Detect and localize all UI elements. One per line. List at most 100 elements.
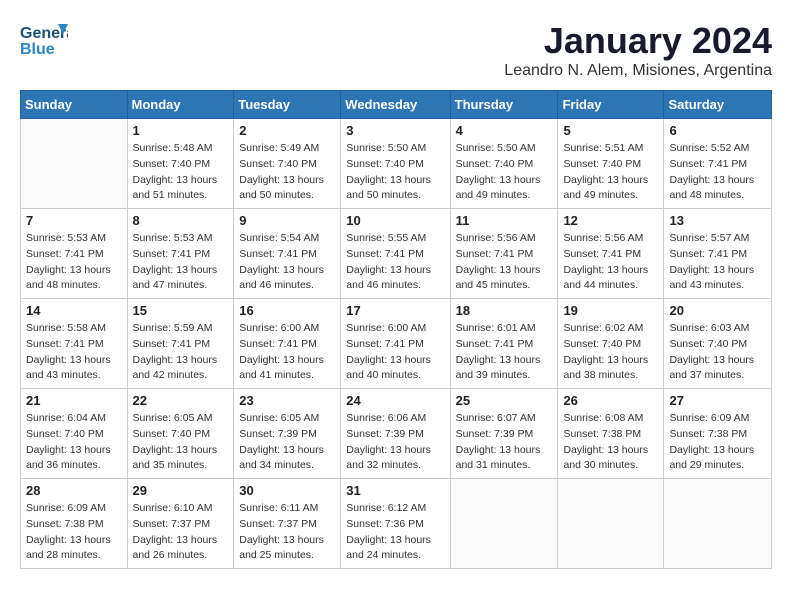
day-detail: Sunrise: 6:04 AMSunset: 7:40 PMDaylight:… — [26, 411, 122, 474]
calendar-cell: 4Sunrise: 5:50 AMSunset: 7:40 PMDaylight… — [450, 119, 558, 209]
calendar-cell: 13 Sunrise: 5:57 AMSunset: 7:41 PMDayligh… — [664, 209, 772, 299]
day-detail: Sunrise: 6:06 AMSunset: 7:39 PMDaylight:… — [346, 411, 444, 474]
day-detail: Sunrise: 5:53 AMSunset: 7:41 PMDaylight:… — [133, 231, 229, 294]
day-header-wednesday: Wednesday — [341, 91, 450, 119]
calendar-cell: 17 Sunrise: 6:00 AMSunset: 7:41 PMDayligh… — [341, 299, 450, 389]
day-number: 6 — [669, 123, 766, 138]
day-detail: Sunrise: 6:09 AMSunset: 7:38 PMDaylight:… — [669, 411, 766, 474]
day-number: 7 — [26, 213, 122, 228]
week-row-1: 7 Sunrise: 5:53 AMSunset: 7:41 PMDaylight… — [21, 209, 772, 299]
calendar-cell: 2 Sunrise: 5:49 AMSunset: 7:40 PMDaylight… — [234, 119, 341, 209]
calendar-cell: 15Sunrise: 5:59 AMSunset: 7:41 PMDayligh… — [127, 299, 234, 389]
calendar-cell: 3 Sunrise: 5:50 AMSunset: 7:40 PMDaylight… — [341, 119, 450, 209]
day-header-row: SundayMondayTuesdayWednesdayThursdayFrid… — [21, 91, 772, 119]
calendar-cell: 23Sunrise: 6:05 AMSunset: 7:39 PMDayligh… — [234, 389, 341, 479]
calendar-cell — [664, 479, 772, 569]
day-detail: Sunrise: 5:54 AMSunset: 7:41 PMDaylight:… — [239, 231, 335, 294]
day-number: 15 — [133, 303, 229, 318]
calendar-cell: 20 Sunrise: 6:03 AMSunset: 7:40 PMDayligh… — [664, 299, 772, 389]
day-detail: Sunrise: 5:56 AMSunset: 7:41 PMDaylight:… — [456, 231, 553, 294]
day-number: 27 — [669, 393, 766, 408]
logo-icon: General Blue — [20, 20, 68, 60]
title-area: January 2024 Leandro N. Alem, Misiones, … — [504, 20, 772, 80]
day-detail: Sunrise: 6:09 AMSunset: 7:38 PMDaylight:… — [26, 501, 122, 564]
logo: General Blue — [20, 20, 68, 60]
day-number: 24 — [346, 393, 444, 408]
day-header-monday: Monday — [127, 91, 234, 119]
day-header-saturday: Saturday — [664, 91, 772, 119]
day-number: 29 — [133, 483, 229, 498]
calendar-cell: 8 Sunrise: 5:53 AMSunset: 7:41 PMDaylight… — [127, 209, 234, 299]
day-number: 20 — [669, 303, 766, 318]
day-number: 11 — [456, 213, 553, 228]
calendar-cell — [450, 479, 558, 569]
day-detail: Sunrise: 5:58 AMSunset: 7:41 PMDaylight:… — [26, 321, 122, 384]
day-detail: Sunrise: 5:55 AMSunset: 7:41 PMDaylight:… — [346, 231, 444, 294]
day-number: 13 — [669, 213, 766, 228]
day-number: 18 — [456, 303, 553, 318]
day-number: 21 — [26, 393, 122, 408]
calendar-cell: 19Sunrise: 6:02 AMSunset: 7:40 PMDayligh… — [558, 299, 664, 389]
calendar-cell: 12Sunrise: 5:56 AMSunset: 7:41 PMDayligh… — [558, 209, 664, 299]
calendar-cell: 21 Sunrise: 6:04 AMSunset: 7:40 PMDayligh… — [21, 389, 128, 479]
calendar-cell: 29 Sunrise: 6:10 AMSunset: 7:37 PMDayligh… — [127, 479, 234, 569]
day-number: 16 — [239, 303, 335, 318]
day-detail: Sunrise: 6:03 AMSunset: 7:40 PMDaylight:… — [669, 321, 766, 384]
day-number: 10 — [346, 213, 444, 228]
day-number: 19 — [563, 303, 658, 318]
day-number: 26 — [563, 393, 658, 408]
calendar-cell: 14 Sunrise: 5:58 AMSunset: 7:41 PMDayligh… — [21, 299, 128, 389]
day-detail: Sunrise: 5:49 AMSunset: 7:40 PMDaylight:… — [239, 141, 335, 204]
calendar-cell: 24 Sunrise: 6:06 AMSunset: 7:39 PMDayligh… — [341, 389, 450, 479]
day-detail: Sunrise: 6:05 AMSunset: 7:40 PMDaylight:… — [133, 411, 229, 474]
header: General Blue January 2024 Leandro N. Ale… — [20, 20, 772, 80]
calendar-cell: 31 Sunrise: 6:12 AMSunset: 7:36 PMDayligh… — [341, 479, 450, 569]
calendar-cell: 10 Sunrise: 5:55 AMSunset: 7:41 PMDayligh… — [341, 209, 450, 299]
day-number: 8 — [133, 213, 229, 228]
week-row-3: 21 Sunrise: 6:04 AMSunset: 7:40 PMDayligh… — [21, 389, 772, 479]
calendar-cell: 9 Sunrise: 5:54 AMSunset: 7:41 PMDaylight… — [234, 209, 341, 299]
day-number: 23 — [239, 393, 335, 408]
calendar-cell: 7 Sunrise: 5:53 AMSunset: 7:41 PMDaylight… — [21, 209, 128, 299]
day-detail: Sunrise: 5:50 AMSunset: 7:40 PMDaylight:… — [346, 141, 444, 204]
day-detail: Sunrise: 6:08 AMSunset: 7:38 PMDaylight:… — [563, 411, 658, 474]
calendar-cell: 18 Sunrise: 6:01 AMSunset: 7:41 PMDayligh… — [450, 299, 558, 389]
day-number: 17 — [346, 303, 444, 318]
day-number: 9 — [239, 213, 335, 228]
day-number: 30 — [239, 483, 335, 498]
day-number: 3 — [346, 123, 444, 138]
day-detail: Sunrise: 5:48 AMSunset: 7:40 PMDaylight:… — [133, 141, 229, 204]
day-detail: Sunrise: 5:57 AMSunset: 7:41 PMDaylight:… — [669, 231, 766, 294]
day-number: 22 — [133, 393, 229, 408]
day-number: 14 — [26, 303, 122, 318]
calendar-cell: 25Sunrise: 6:07 AMSunset: 7:39 PMDayligh… — [450, 389, 558, 479]
day-detail: Sunrise: 5:51 AMSunset: 7:40 PMDaylight:… — [563, 141, 658, 204]
day-detail: Sunrise: 5:52 AMSunset: 7:41 PMDaylight:… — [669, 141, 766, 204]
calendar-cell: 1 Sunrise: 5:48 AMSunset: 7:40 PMDaylight… — [127, 119, 234, 209]
calendar-cell: 26 Sunrise: 6:08 AMSunset: 7:38 PMDayligh… — [558, 389, 664, 479]
day-number: 2 — [239, 123, 335, 138]
calendar-cell — [558, 479, 664, 569]
calendar-cell: 5Sunrise: 5:51 AMSunset: 7:40 PMDaylight… — [558, 119, 664, 209]
day-header-thursday: Thursday — [450, 91, 558, 119]
day-number: 4 — [456, 123, 553, 138]
svg-text:Blue: Blue — [20, 41, 55, 58]
day-detail: Sunrise: 5:53 AMSunset: 7:41 PMDaylight:… — [26, 231, 122, 294]
day-detail: Sunrise: 6:12 AMSunset: 7:36 PMDaylight:… — [346, 501, 444, 564]
calendar-cell: 11 Sunrise: 5:56 AMSunset: 7:41 PMDayligh… — [450, 209, 558, 299]
day-detail: Sunrise: 5:56 AMSunset: 7:41 PMDaylight:… — [563, 231, 658, 294]
day-detail: Sunrise: 6:07 AMSunset: 7:39 PMDaylight:… — [456, 411, 553, 474]
calendar-cell: 6 Sunrise: 5:52 AMSunset: 7:41 PMDaylight… — [664, 119, 772, 209]
day-number: 31 — [346, 483, 444, 498]
location-title: Leandro N. Alem, Misiones, Argentina — [504, 62, 772, 80]
day-number: 1 — [133, 123, 229, 138]
calendar-cell: 28 Sunrise: 6:09 AMSunset: 7:38 PMDayligh… — [21, 479, 128, 569]
calendar-cell: 16Sunrise: 6:00 AMSunset: 7:41 PMDayligh… — [234, 299, 341, 389]
day-detail: Sunrise: 6:00 AMSunset: 7:41 PMDaylight:… — [346, 321, 444, 384]
calendar-cell — [21, 119, 128, 209]
day-number: 28 — [26, 483, 122, 498]
day-detail: Sunrise: 6:01 AMSunset: 7:41 PMDaylight:… — [456, 321, 553, 384]
day-detail: Sunrise: 6:10 AMSunset: 7:37 PMDaylight:… — [133, 501, 229, 564]
day-header-sunday: Sunday — [21, 91, 128, 119]
month-title: January 2024 — [504, 20, 772, 62]
